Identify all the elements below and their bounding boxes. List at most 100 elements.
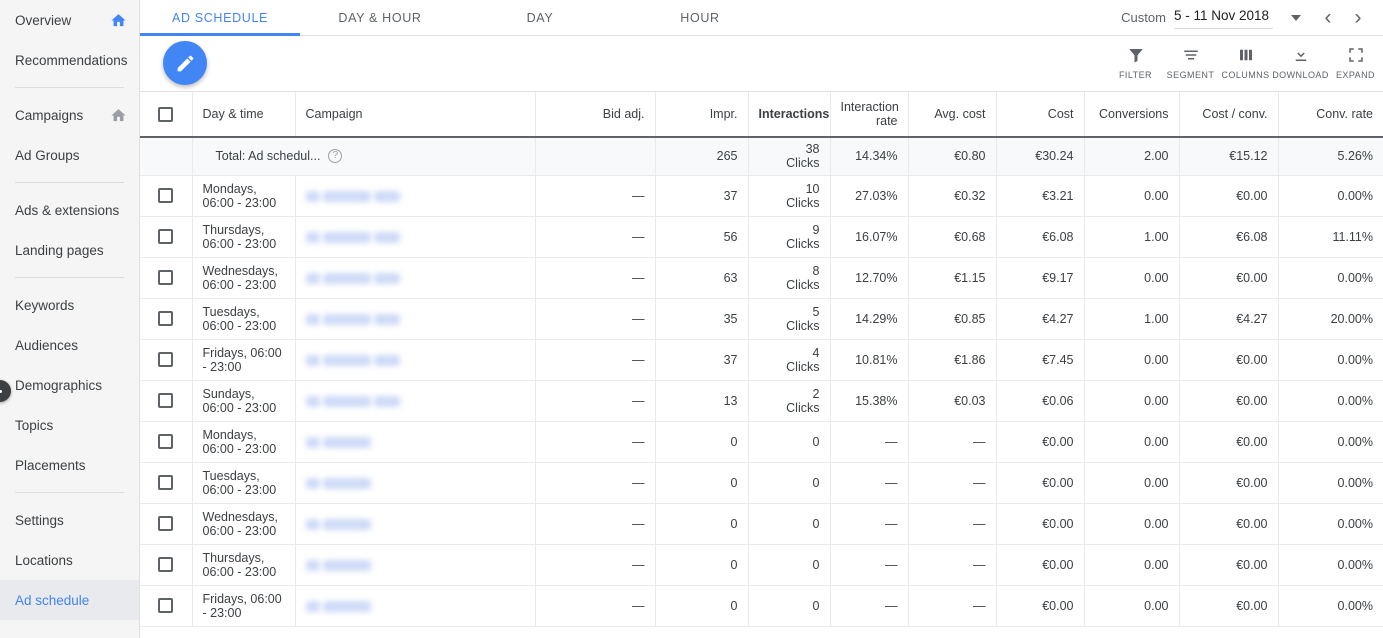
table-row[interactable]: Fridays, 06:00 - 23:00 —37 4 Clicks 10.81% €… xyxy=(140,339,1383,381)
table-row[interactable]: Mondays, 06:00 - 23:00 —37 10 Clicks 27.03%… xyxy=(140,175,1383,217)
edit-fab-button[interactable] xyxy=(163,41,207,85)
sidebar-item-ads-extensions[interactable]: Ads & extensions xyxy=(0,190,139,230)
sidebar-item-ad-schedule[interactable]: Ad schedule xyxy=(0,580,139,620)
table-row[interactable]: Wednesdays, 06:00 - 23:00 —0 0— — €0.00 0.00… xyxy=(140,503,1383,545)
cell-costconv: €0.00 xyxy=(1179,257,1279,299)
sidebar-item-placements[interactable]: Placements xyxy=(0,445,139,485)
col-header-impr[interactable]: Impr. xyxy=(655,92,749,138)
checkbox-icon[interactable] xyxy=(158,598,174,614)
sidebar-item-landing-pages[interactable]: Landing pages xyxy=(0,230,139,270)
cell-campaign[interactable] xyxy=(295,339,536,381)
chevron-right-icon[interactable]: › xyxy=(1343,3,1373,33)
col-header-cost[interactable]: Cost xyxy=(996,92,1085,138)
cell-impr: 0 xyxy=(655,503,749,545)
sidebar-divider xyxy=(15,87,124,88)
sidebar-item-demographics[interactable]: Demographics xyxy=(0,365,139,405)
row-checkbox-cell xyxy=(140,298,193,340)
col-header-avg-cost[interactable]: Avg. cost xyxy=(908,92,997,138)
cell-intrate: 12.70% xyxy=(830,257,909,299)
cell-intrate: — xyxy=(830,544,909,586)
cell-daytime: Fridays, 06:00 - 23:00 xyxy=(192,339,296,381)
checkbox-icon[interactable] xyxy=(158,106,174,122)
cell-cost: €0.00 xyxy=(996,585,1085,627)
chevron-down-icon[interactable] xyxy=(1291,14,1301,21)
checkbox-icon[interactable] xyxy=(158,475,174,491)
cell-campaign[interactable] xyxy=(295,585,536,627)
cell-campaign[interactable] xyxy=(295,175,536,217)
table-row[interactable]: Thursdays, 06:00 - 23:00 —0 0— — €0.00 0.00 €… xyxy=(140,544,1383,586)
total-avgcost: €0.80 xyxy=(908,137,997,176)
checkbox-icon[interactable] xyxy=(158,557,174,573)
cell-convrate: 0.00% xyxy=(1278,544,1383,586)
col-header-bidadj[interactable]: Bid adj. xyxy=(535,92,656,138)
col-header-daytime[interactable]: Day & time xyxy=(192,92,296,138)
sidebar-item-keywords[interactable]: Keywords xyxy=(0,285,139,325)
checkbox-icon[interactable] xyxy=(158,229,174,245)
row-checkbox-cell xyxy=(140,175,193,217)
tab-hour[interactable]: HOUR xyxy=(620,0,780,35)
cell-conversions: 0.00 xyxy=(1084,503,1180,545)
sidebar-item-locations[interactable]: Locations xyxy=(0,540,139,580)
checkbox-icon[interactable] xyxy=(158,393,174,409)
table-scroll-area[interactable]: Day & time Campaign Bid adj. Impr. Inter… xyxy=(140,92,1383,638)
sidebar-item-topics[interactable]: Topics xyxy=(0,405,139,445)
sidebar-item-label: Settings xyxy=(15,512,64,528)
cell-daytime: Sundays, 06:00 - 23:00 xyxy=(192,380,296,422)
cell-daytime: Wednesdays, 06:00 - 23:00 xyxy=(192,503,296,545)
cell-convrate: 20.00% xyxy=(1278,298,1383,340)
cell-campaign[interactable] xyxy=(295,421,536,463)
total-interactions-unit: Clicks xyxy=(786,156,820,171)
interactions-value: 0 xyxy=(812,598,820,613)
tab-ad-schedule[interactable]: AD SCHEDULE xyxy=(140,0,300,36)
sidebar-item-campaigns[interactable]: Campaigns xyxy=(0,95,139,135)
toolbar-columns-button[interactable]: COLUMNS xyxy=(1218,45,1273,80)
toolbar-button-label: COLUMNS xyxy=(1221,69,1270,80)
col-header-campaign[interactable]: Campaign xyxy=(295,92,536,138)
cell-campaign[interactable] xyxy=(295,503,536,545)
table-row[interactable]: Mondays, 06:00 - 23:00 —0 0— — €0.00 0.00 €0.… xyxy=(140,421,1383,463)
col-header-interactions[interactable]: Interactions xyxy=(748,92,831,138)
interactions-value: 0 xyxy=(812,557,820,572)
tab-day-hour[interactable]: DAY & HOUR xyxy=(300,0,460,35)
sidebar-item-audiences[interactable]: Audiences xyxy=(0,325,139,365)
cell-bidadj: — xyxy=(535,421,656,463)
table-row[interactable]: Tuesdays, 06:00 - 23:00 —0 0— — €0.00 0.00 €0… xyxy=(140,462,1383,504)
toolbar-download-button[interactable]: DOWNLOAD xyxy=(1272,45,1328,80)
sidebar-item-overview[interactable]: Overview xyxy=(0,0,139,40)
cell-campaign[interactable] xyxy=(295,298,536,340)
sidebar-item-label: Landing pages xyxy=(15,242,104,258)
cell-bidadj: — xyxy=(535,380,656,422)
table-row[interactable]: Sundays, 06:00 - 23:00 —13 2 Clicks 15.38% €… xyxy=(140,380,1383,422)
toolbar-filter-button[interactable]: FILTER xyxy=(1108,45,1163,80)
table-row[interactable]: Fridays, 06:00 - 23:00 —0 0— — €0.00 0.00 €0.… xyxy=(140,585,1383,627)
checkbox-icon[interactable] xyxy=(158,434,174,450)
cell-campaign[interactable] xyxy=(295,462,536,504)
sidebar-item-settings[interactable]: Settings xyxy=(0,500,139,540)
col-header-conv-rate[interactable]: Conv. rate xyxy=(1278,92,1383,138)
checkbox-icon[interactable] xyxy=(158,270,174,286)
cell-campaign[interactable] xyxy=(295,216,536,258)
date-range-value[interactable]: 5 - 11 Nov 2018 xyxy=(1173,6,1273,29)
cell-campaign[interactable] xyxy=(295,257,536,299)
sidebar-item-recommendations[interactable]: Recommendations xyxy=(0,40,139,80)
campaign-name-redacted xyxy=(322,190,371,202)
col-header-cost-per-conv[interactable]: Cost / conv. xyxy=(1179,92,1279,138)
checkbox-icon[interactable] xyxy=(158,516,174,532)
sidebar-item-ad-groups[interactable]: Ad Groups xyxy=(0,135,139,175)
sidebar-divider xyxy=(15,277,124,278)
checkbox-icon[interactable] xyxy=(158,352,174,368)
toolbar-expand-button[interactable]: EXPAND xyxy=(1328,45,1383,80)
cell-campaign[interactable] xyxy=(295,544,536,586)
table-row[interactable]: Thursdays, 06:00 - 23:00 —56 9 Clicks 16.07… xyxy=(140,216,1383,258)
table-row[interactable]: Wednesdays, 06:00 - 23:00 —63 8 Clicks 12.7… xyxy=(140,257,1383,299)
toolbar-segment-button[interactable]: SEGMENT xyxy=(1163,45,1218,80)
col-header-interaction-rate[interactable]: Interaction rate xyxy=(830,92,909,138)
help-icon[interactable]: ? xyxy=(328,149,343,164)
table-row[interactable]: Tuesdays, 06:00 - 23:00 —35 5 Clicks 14.29%… xyxy=(140,298,1383,340)
chevron-left-icon[interactable]: ‹ xyxy=(1313,3,1343,33)
tab-day[interactable]: DAY xyxy=(460,0,620,35)
checkbox-icon[interactable] xyxy=(158,311,174,327)
cell-campaign[interactable] xyxy=(295,380,536,422)
col-header-conversions[interactable]: Conversions xyxy=(1084,92,1180,138)
checkbox-icon[interactable] xyxy=(158,188,174,204)
